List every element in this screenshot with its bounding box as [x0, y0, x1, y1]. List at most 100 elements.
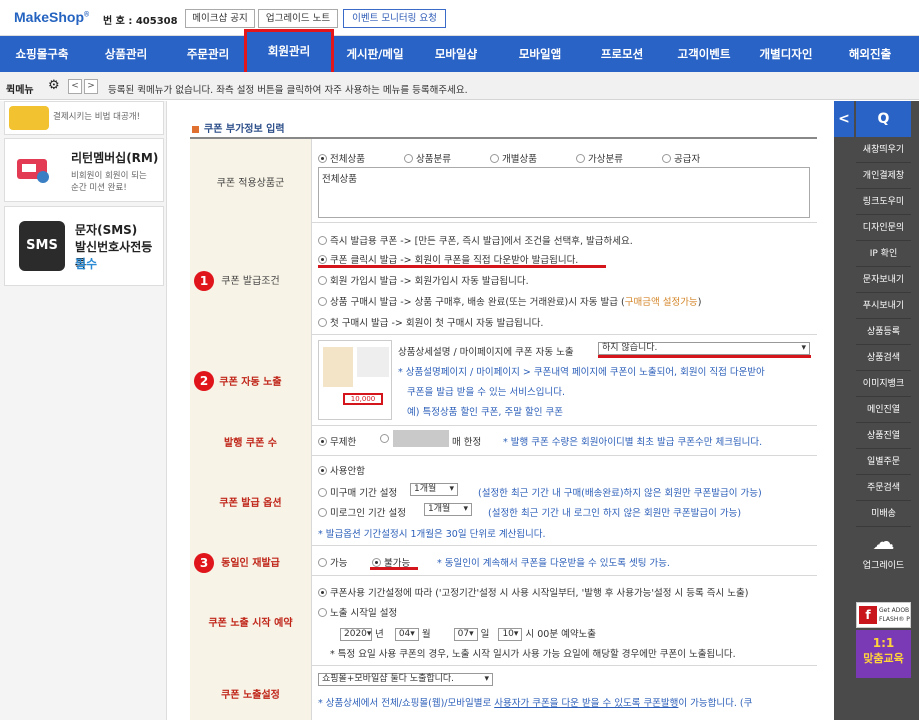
makeshop-logo[interactable]: MakeShop® [14, 9, 89, 25]
highlight-underline-1 [318, 265, 606, 268]
promo-text-2: 맞춤교육 [863, 652, 904, 665]
quick-item-5[interactable]: 문자보내기 [856, 268, 911, 293]
quick-item-10[interactable]: 메인진열 [856, 398, 911, 423]
next-arrow-icon[interactable]: > [84, 79, 98, 94]
nav-mall-build[interactable]: 쇼핑몰구축 [6, 36, 78, 72]
upgrade-button[interactable]: ☁ 업그레이드 [856, 528, 911, 584]
cloud-upload-icon: ☁ [872, 530, 895, 555]
quick-item-2[interactable]: 링크도우미 [856, 190, 911, 215]
nav-mobile-app[interactable]: 모바일앱 [502, 36, 578, 72]
quick-item-8[interactable]: 상품검색 [856, 346, 911, 371]
promo-banner-top[interactable]: 결제시키는 비법 대공개! [4, 101, 164, 135]
rm-desc-2: 순간 미션 완료! [71, 183, 127, 193]
issue-option-label: 쿠폰 발급 옵션 [190, 456, 312, 546]
quick-item-4[interactable]: IP 확인 [856, 242, 911, 267]
issue-opt-nologin[interactable]: 미로그인 기간 설정 [318, 505, 406, 519]
marker-1: 1 [194, 271, 214, 291]
quick-item-6[interactable]: 푸시보내기 [856, 294, 911, 319]
prev-arrow-icon[interactable]: < [68, 79, 82, 94]
nav-board-mail[interactable]: 게시판/메일 [335, 36, 415, 72]
highlight-underline-3 [370, 567, 418, 570]
reserve-hour-select[interactable]: 10▾ [498, 628, 523, 641]
nav-mobile-shop[interactable]: 모바일샵 [418, 36, 494, 72]
education-banner[interactable]: 1:1 맞춤교육 [856, 630, 911, 678]
target-label: 쿠폰 적용상품군 [190, 139, 312, 223]
nologin-period-select[interactable]: 1개월 ▾ [424, 503, 472, 516]
quick-item-9[interactable]: 이미지뱅크 [856, 372, 911, 397]
reserve-day-select[interactable]: 07▾ [453, 628, 478, 641]
quick-menu-message: 등록된 퀵메뉴가 없습니다. 좌측 설정 버튼을 클릭하여 자주 사용하는 메뉴… [108, 85, 468, 96]
coins-icon [9, 106, 49, 130]
issue-opt-immediate[interactable]: 즉시 발급용 쿠폰 -> [만든 쿠폰, 즉시 발급]에서 조건을 선택후, 발… [318, 233, 633, 247]
quick-item-14[interactable]: 미배송 [856, 502, 911, 527]
rm-title: 리턴멤버십(RM) [71, 151, 159, 165]
issue-opt-join[interactable]: 회원 가입시 발급 -> 회원가입시 자동 발급됩니다. [318, 273, 529, 287]
marker-2: 2 [194, 371, 214, 391]
display-label: 쿠폰 노출설정 [190, 666, 312, 720]
target-all[interactable]: 전체상품 [318, 154, 365, 165]
sms-title-1: 문자(SMS) [75, 223, 138, 237]
main-nav: 쇼핑몰구축 상품관리 주문관리 게시판/메일 모바일샵 모바일앱 프로모션 고객… [0, 36, 919, 72]
notice-button[interactable]: 메이크샵 공지 [185, 9, 255, 28]
nav-overseas[interactable]: 해외진출 [832, 36, 908, 72]
quick-item-7[interactable]: 상품등록 [856, 320, 911, 345]
target-options: 전체상품 상품분류 개별상품 가상분류 공급자 [318, 151, 700, 165]
quick-item-11[interactable]: 상품진열 [856, 424, 911, 449]
issue-opt-note: * 발급옵션 기간설정시 1개월은 30일 단위로 계산됩니다. [318, 529, 546, 540]
flash-text-2: FLASH® P [879, 616, 910, 623]
sms-register-banner[interactable]: SMS 문자(SMS) 발신번호사전등록 필수 [4, 206, 164, 286]
quick-item-0[interactable]: 새창띄우기 [856, 138, 911, 163]
auto-thumbnail: 10,000 [318, 340, 392, 420]
issue-opt-none[interactable]: 사용안함 [318, 463, 365, 477]
quick-item-1[interactable]: 개인결제창 [856, 164, 911, 189]
target-supplier[interactable]: 공급자 [662, 154, 700, 165]
issue-opt-first[interactable]: 첫 구매시 발급 -> 회원이 첫 구매시 자동 발급됩니다. [318, 315, 543, 329]
auto-select[interactable]: 하지 않습니다. ▾ [598, 342, 810, 355]
nav-products[interactable]: 상품관리 [90, 36, 162, 72]
thumb-product [323, 347, 353, 387]
return-membership-banner[interactable]: 리턴멤버십(RM) 비회원이 회원이 되는 순간 미션 완료! [4, 138, 164, 202]
target-category[interactable]: 상품분류 [404, 154, 451, 165]
flash-banner[interactable]: f Get ADOB FLASH® P [856, 602, 911, 628]
promo-text-1: 1:1 [872, 636, 895, 650]
nav-customer-event[interactable]: 고객이벤트 [664, 36, 744, 72]
flash-icon: f [859, 606, 877, 624]
target-individual[interactable]: 개별상품 [490, 154, 537, 165]
count-input[interactable] [393, 430, 449, 447]
target-virtual[interactable]: 가상분류 [576, 154, 623, 165]
count-limited-radio[interactable] [380, 434, 392, 445]
reserve-month-select[interactable]: 04▾ [394, 628, 419, 641]
section-title: 쿠폰 부가정보 입력 [192, 120, 285, 135]
display-select[interactable]: 쇼핑몰+모바일샵 둘다 노출합니다. ▾ [318, 673, 493, 686]
issue-opt-nopurchase[interactable]: 미구매 기간 설정 [318, 485, 397, 499]
membership-card-icon [13, 151, 53, 187]
nav-promotion[interactable]: 프로모션 [584, 36, 660, 72]
nav-custom-design[interactable]: 개별디자인 [746, 36, 826, 72]
highlight-underline-2 [598, 355, 811, 358]
nopurchase-period-select[interactable]: 1개월 ▾ [410, 483, 458, 496]
reserve-year-select[interactable]: 2020▾ [340, 628, 372, 641]
nav-members-active[interactable]: 회원관리 [244, 29, 334, 75]
sms-title-3: 필수 [75, 257, 98, 271]
collapse-arrow-icon[interactable]: < [834, 101, 854, 137]
count-unlimited[interactable]: 무제한 [318, 434, 356, 448]
quick-item-3[interactable]: 디자인문의 [856, 216, 911, 241]
quick-menu-label: 퀵메뉴 [6, 85, 34, 96]
issue-opt-click[interactable]: 쿠폰 클릭시 발급 -> 회원이 쿠폰을 직접 다운받아 발급됩니다. [318, 252, 578, 266]
quick-q-button[interactable]: Q [856, 101, 911, 137]
nav-orders[interactable]: 주문관리 [172, 36, 244, 72]
reserve-note: * 특정 요일 사용 쿠폰의 경우, 노출 시작 일시가 사용 가능 요일에 해… [330, 649, 736, 660]
reserve-opt-period[interactable]: 쿠폰사용 기간설정에 따라 ('고정기간'설정 시 사용 시작일부터, '발행 … [318, 585, 748, 599]
event-monitoring-button[interactable]: 이벤트 모니터링 요청 [343, 9, 446, 28]
quick-item-13[interactable]: 주문검색 [856, 476, 911, 501]
quick-item-12[interactable]: 일별주문 [856, 450, 911, 475]
issue-opt-purchase[interactable]: 상품 구매시 발급 -> 상품 구매후, 배송 완료(또는 거래완료)시 자동 … [318, 294, 701, 308]
thumb-coupon: 10,000 [343, 393, 383, 405]
target-textarea[interactable]: 전체상품 [318, 167, 810, 218]
auto-note-1: * 상품설명페이지 / 마이페이지 > 쿠폰내역 페이지에 쿠폰이 노출되어, … [398, 367, 765, 378]
reserve-opt-date[interactable]: 노출 시작일 설정 [318, 605, 397, 619]
auto-note-3: 예) 특정상품 할인 쿠폰, 주말 할인 쿠폰 [407, 407, 563, 418]
upgrade-note-button[interactable]: 업그레이드 노트 [258, 9, 338, 28]
reissue-yes[interactable]: 가능 [318, 555, 347, 569]
gear-icon[interactable]: ⚙ [48, 78, 60, 93]
